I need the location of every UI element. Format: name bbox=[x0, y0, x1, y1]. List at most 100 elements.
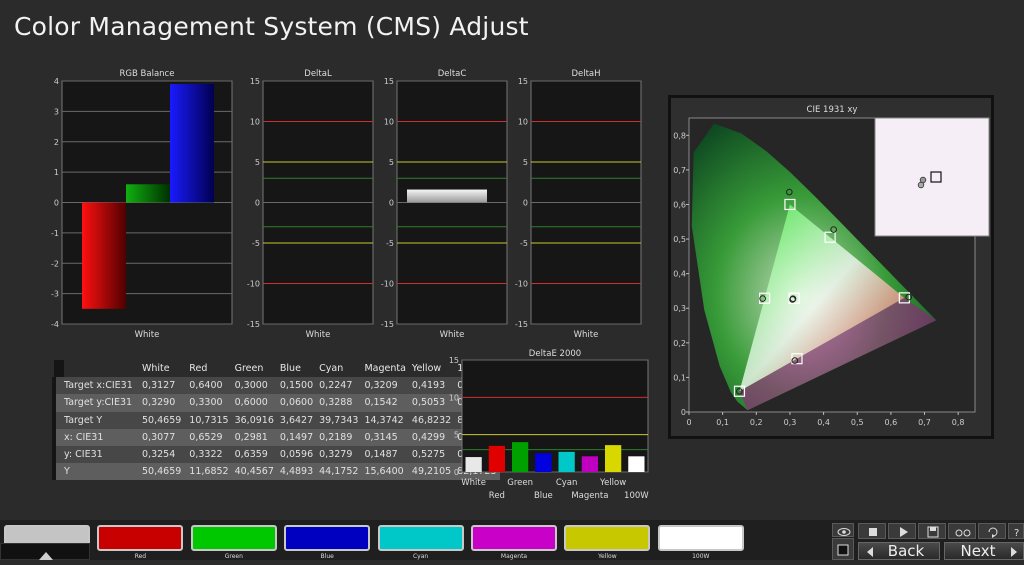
x-tick-label: 0,4 bbox=[817, 418, 830, 427]
chart-title: DeltaE 2000 bbox=[529, 349, 581, 359]
x-tick-label: Blue bbox=[534, 491, 553, 501]
table-cell: 0,3322 bbox=[186, 445, 232, 464]
measurement-table: WhiteRedGreenBlueCyanMagentaYellow100W T… bbox=[52, 360, 500, 481]
y-tick-label: -10 bbox=[515, 280, 528, 289]
table-row: y: CIE31 0,3254 0,3322 0,6359 0,0596 0,3279 0,… bbox=[52, 445, 500, 464]
y-tick-label: -3 bbox=[51, 290, 59, 299]
y-tick-label: 0 bbox=[389, 199, 394, 208]
y-tick-label: 5 bbox=[255, 158, 260, 167]
row-label: y: CIE31 bbox=[52, 445, 139, 464]
table-cell: 0,3290 bbox=[139, 394, 187, 412]
bar-yellow bbox=[605, 445, 622, 472]
y-tick-label: 0,2 bbox=[673, 339, 686, 348]
table-cell: 3,6427 bbox=[276, 411, 317, 429]
color-patch-blue[interactable]: Blue bbox=[284, 525, 371, 560]
table-cell: 36,0916 bbox=[231, 411, 277, 429]
y-tick-label: -15 bbox=[381, 320, 394, 329]
table-cell: 14,3742 bbox=[361, 411, 409, 429]
column-header: Cyan bbox=[316, 360, 362, 378]
x-tick-label: 0 bbox=[686, 418, 691, 427]
x-tick-label: White bbox=[574, 330, 599, 340]
table-header-row: WhiteRedGreenBlueCyanMagentaYellow100W bbox=[54, 360, 500, 378]
back-label: Back bbox=[887, 542, 925, 560]
delta-l-chart: DeltaL 15 10 5 0 -5 -10 -15 White bbox=[247, 69, 374, 340]
rgb-balance-chart: RGB Balance 4 3 2 1 0 -1 -2 -3 -4 White bbox=[51, 69, 233, 340]
table-cell: 0,2981 bbox=[231, 428, 277, 446]
x-tick-label: 100W bbox=[624, 491, 649, 501]
zoom-measured-marker bbox=[917, 181, 925, 189]
table-cell: 0,6529 bbox=[186, 428, 232, 446]
table-cell: 0,1542 bbox=[361, 394, 409, 412]
x-tick-label: Magenta bbox=[571, 491, 608, 501]
y-tick-label: 15 bbox=[449, 356, 459, 365]
bar-white bbox=[465, 457, 482, 472]
y-tick-label: -10 bbox=[247, 280, 260, 289]
y-tick-label: 2 bbox=[54, 138, 59, 147]
record-stop-icon[interactable] bbox=[858, 523, 886, 539]
table-cell: 0,3077 bbox=[139, 428, 187, 446]
row-label: Target Y bbox=[52, 411, 139, 429]
y-tick-label: -15 bbox=[515, 320, 528, 329]
bar-cyan bbox=[558, 451, 575, 472]
eye-icon[interactable] bbox=[832, 523, 854, 537]
bar-green bbox=[126, 184, 170, 203]
bar-blue bbox=[535, 453, 552, 472]
x-tick-label: White bbox=[306, 330, 331, 340]
table-cell: 0,3127 bbox=[139, 377, 187, 395]
table-cell: 0,3300 bbox=[186, 394, 232, 412]
svg-text:?: ? bbox=[1014, 528, 1019, 539]
x-tick-label: Red bbox=[489, 491, 505, 501]
cie-diagram-frame: CIE 1931 xy 0 0,1 0,2 0,3 0,4 0,5 0,6 0,7 0,8 0,8 0… bbox=[668, 95, 994, 439]
y-tick-label: 15 bbox=[518, 77, 528, 86]
table-cell: 11,6852 bbox=[186, 463, 232, 481]
x-tick-label: Yellow bbox=[599, 478, 626, 488]
bar-red bbox=[82, 202, 126, 309]
y-tick-label: -5 bbox=[520, 239, 528, 248]
delta-c-chart: DeltaC 15 10 5 0 -5 -10 -15 White bbox=[381, 69, 508, 340]
save-icon[interactable] bbox=[918, 523, 946, 539]
patch-label: Yellow bbox=[598, 553, 617, 560]
back-button[interactable]: Back bbox=[858, 542, 940, 560]
row-label: x: CIE31 bbox=[52, 428, 139, 446]
y-tick-label: 0 bbox=[681, 408, 686, 417]
y-tick-label: 0,3 bbox=[673, 304, 686, 313]
color-patch-yellow[interactable]: Yellow bbox=[564, 525, 651, 560]
table-cell: 0,6400 bbox=[186, 377, 232, 395]
y-tick-label: 0 bbox=[454, 468, 459, 477]
y-tick-label: 10 bbox=[384, 118, 394, 127]
color-patch-green[interactable]: Green bbox=[190, 525, 277, 560]
table-cell: 4,4893 bbox=[276, 463, 317, 481]
color-patch-magenta[interactable]: Magenta bbox=[471, 525, 557, 560]
x-tick-label: 0,1 bbox=[716, 418, 729, 427]
play-icon[interactable] bbox=[888, 523, 916, 539]
glasses-icon[interactable] bbox=[948, 523, 976, 539]
y-tick-label: -4 bbox=[51, 320, 59, 329]
y-tick-label: 0,1 bbox=[673, 373, 686, 382]
y-tick-label: 0,5 bbox=[673, 235, 686, 244]
y-tick-label: 5 bbox=[454, 431, 459, 440]
y-tick-label: 5 bbox=[523, 158, 528, 167]
y-tick-label: 0 bbox=[54, 199, 59, 208]
bar-blue bbox=[170, 84, 214, 203]
y-tick-label: 10 bbox=[250, 118, 260, 127]
next-button[interactable]: Next bbox=[944, 542, 1024, 560]
help-icon[interactable]: ? bbox=[1008, 523, 1024, 539]
table-cell: 0,0600 bbox=[276, 394, 317, 412]
y-tick-label: -15 bbox=[247, 320, 260, 329]
y-tick-label: 0,4 bbox=[673, 270, 686, 279]
table-cell: 0,6000 bbox=[231, 394, 277, 412]
y-tick-label: 3 bbox=[54, 107, 59, 116]
y-tick-label: -10 bbox=[381, 280, 394, 289]
refresh-icon[interactable] bbox=[978, 523, 1006, 539]
y-tick-label: 0 bbox=[255, 199, 260, 208]
y-tick-label: -5 bbox=[252, 239, 260, 248]
y-tick-label: 0,7 bbox=[673, 166, 686, 175]
color-patch-cyan[interactable]: Cyan bbox=[377, 525, 464, 560]
patch-label: Magenta bbox=[500, 553, 528, 560]
stop-button[interactable] bbox=[832, 538, 854, 560]
color-patch-100w[interactable]: 100W bbox=[657, 525, 744, 560]
table-row: Target Y 50,4659 10,7315 36,0916 3,6427 39,73… bbox=[52, 411, 500, 429]
color-patch-red[interactable]: Red bbox=[97, 525, 184, 560]
x-tick-label: 0,6 bbox=[885, 418, 898, 427]
y-tick-label: 15 bbox=[384, 77, 394, 86]
